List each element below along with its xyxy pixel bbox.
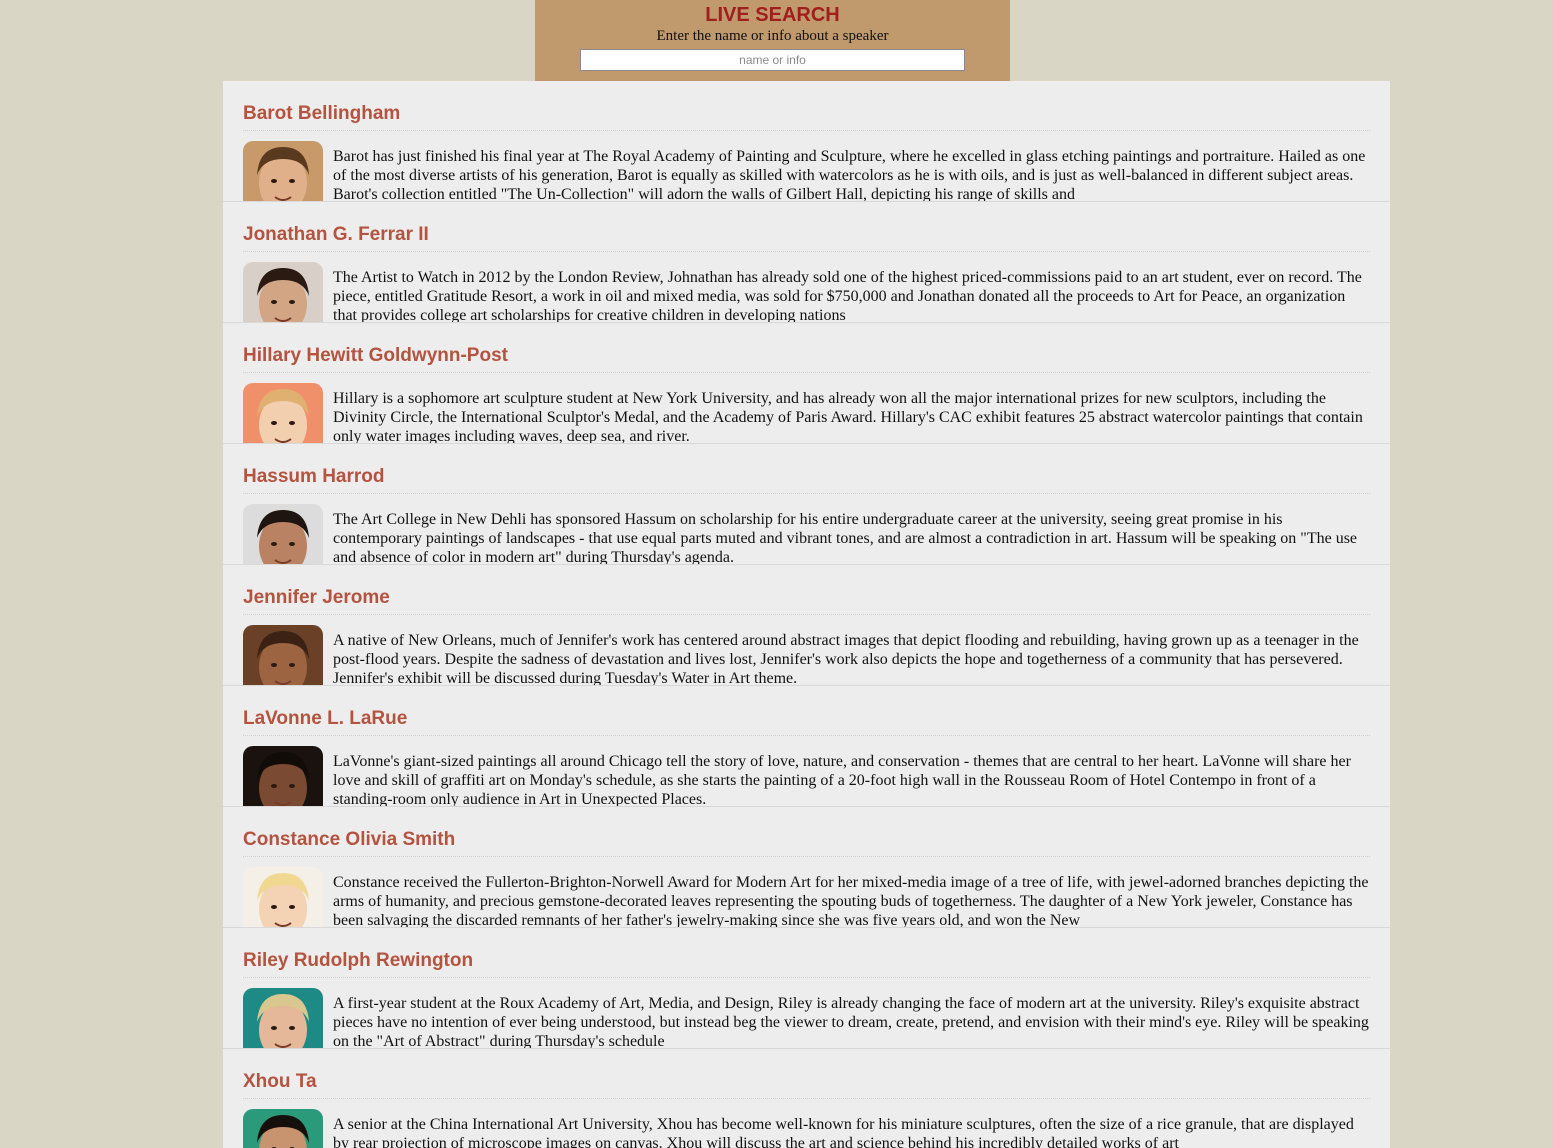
speaker-bio: Barot has just finished his final year a… <box>333 148 1366 202</box>
speaker-bio: LaVonne's giant-sized paintings all arou… <box>333 753 1351 807</box>
speaker-list: Barot Bellingham Barot has just finished … <box>223 81 1390 1148</box>
search-subtitle: Enter the name or info about a speaker <box>656 28 889 44</box>
divider <box>243 251 1370 252</box>
speaker-bio: A native of New Orleans, much of Jennife… <box>333 632 1359 686</box>
live-search-panel: LIVE SEARCH Enter the name or info about… <box>535 0 1010 81</box>
speaker-photo <box>243 1109 323 1148</box>
speaker-photo <box>243 383 323 443</box>
speaker-entry: Constance Olivia Smith Constance received… <box>223 807 1390 928</box>
speaker-name[interactable]: Xhou Ta <box>243 1071 317 1093</box>
speaker-entry: LaVonne L. LaRue LaVonne's giant-sized pa… <box>223 686 1390 807</box>
speaker-name[interactable]: LaVonne L. LaRue <box>243 708 407 730</box>
speaker-bio: Hillary is a sophomore art sculpture stu… <box>333 390 1363 444</box>
speaker-entry: Jonathan G. Ferrar II The Artist to Watch… <box>223 202 1390 323</box>
speaker-bio: Constance received the Fullerton-Brighto… <box>333 874 1369 928</box>
speaker-photo <box>243 867 323 927</box>
divider <box>243 372 1370 373</box>
speaker-entry: Hassum Harrod The Art College in New Dehl… <box>223 444 1390 565</box>
speaker-bio: A first-year student at the Roux Academy… <box>333 995 1369 1049</box>
speaker-name[interactable]: Constance Olivia Smith <box>243 829 455 851</box>
speaker-bio: The Art College in New Dehli has sponsor… <box>333 511 1358 565</box>
speaker-bio: A senior at the China International Art … <box>333 1116 1354 1148</box>
speaker-photo <box>243 504 323 564</box>
speaker-photo <box>243 988 323 1048</box>
divider <box>243 735 1370 736</box>
speaker-photo <box>243 262 323 322</box>
speaker-photo <box>243 625 323 685</box>
search-input[interactable] <box>580 49 965 71</box>
speaker-bio: The Artist to Watch in 2012 by the Londo… <box>333 269 1362 323</box>
divider <box>243 493 1370 494</box>
speaker-entry: Jennifer Jerome A native of New Orleans, … <box>223 565 1390 686</box>
speaker-entry: Hillary Hewitt Goldwynn-Post Hillary is a… <box>223 323 1390 444</box>
speaker-photo <box>243 746 323 806</box>
speaker-photo <box>243 141 323 201</box>
speaker-entry: Riley Rudolph Rewington A first-year stud… <box>223 928 1390 1049</box>
speaker-name[interactable]: Hassum Harrod <box>243 466 385 488</box>
speaker-name[interactable]: Hillary Hewitt Goldwynn-Post <box>243 345 508 367</box>
speaker-name[interactable]: Jonathan G. Ferrar II <box>243 224 429 246</box>
divider <box>243 1098 1370 1099</box>
divider <box>243 614 1370 615</box>
speaker-entry: Barot Bellingham Barot has just finished … <box>223 81 1390 202</box>
speaker-entry: Xhou Ta A senior at the China Internation… <box>223 1049 1390 1148</box>
divider <box>243 856 1370 857</box>
speaker-name[interactable]: Barot Bellingham <box>243 103 400 125</box>
speaker-name[interactable]: Jennifer Jerome <box>243 587 390 609</box>
divider <box>243 130 1370 131</box>
divider <box>243 977 1370 978</box>
speaker-name[interactable]: Riley Rudolph Rewington <box>243 950 473 972</box>
search-title: LIVE SEARCH <box>705 4 840 26</box>
